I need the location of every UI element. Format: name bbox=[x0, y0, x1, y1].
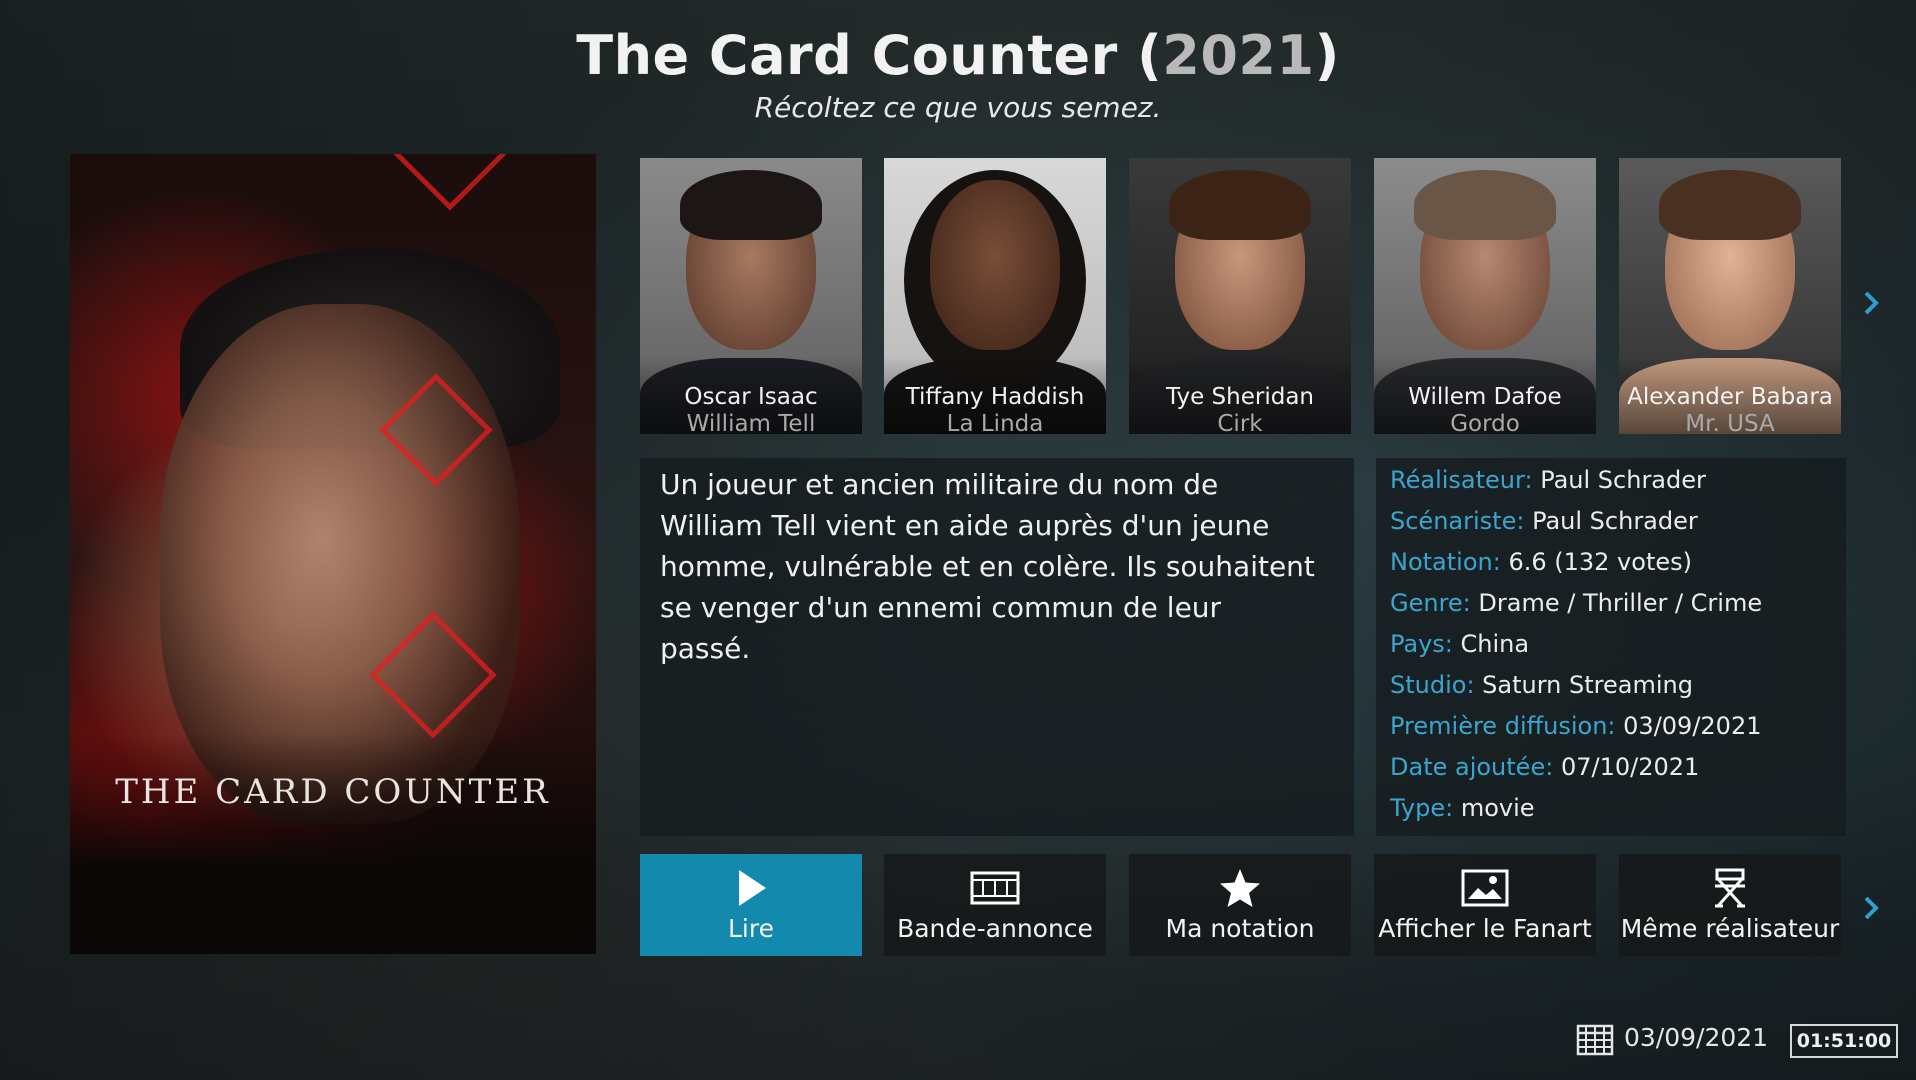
movie-poster: THE CARD COUNTER bbox=[70, 154, 596, 954]
year-open-paren: ( bbox=[1117, 24, 1163, 87]
cast-label: Tye Sheridan Cirk bbox=[1129, 356, 1351, 434]
cast-photo-hair bbox=[1169, 170, 1311, 240]
info-row-country: Pays: China bbox=[1390, 630, 1529, 658]
info-key: Réalisateur: bbox=[1390, 466, 1533, 494]
movie-year: 2021 bbox=[1162, 24, 1315, 87]
year-close-paren: ) bbox=[1314, 24, 1340, 87]
cast-label: Oscar Isaac William Tell bbox=[640, 356, 862, 434]
star-icon bbox=[1220, 869, 1260, 907]
info-row-studio: Studio: Saturn Streaming bbox=[1390, 671, 1693, 699]
cast-photo-hair bbox=[680, 170, 822, 240]
plot-panel: Un joueur et ancien militaire du nom de … bbox=[640, 458, 1354, 836]
cast-photo-hair bbox=[1659, 170, 1801, 240]
movie-title-text: The Card Counter bbox=[576, 24, 1118, 87]
calendar-icon bbox=[1576, 1024, 1614, 1056]
footer-date-text: 03/09/2021 bbox=[1624, 1023, 1769, 1052]
info-panel: Réalisateur: Paul Schrader Scénariste: P… bbox=[1376, 458, 1846, 836]
cast-card[interactable]: Willem Dafoe Gordo bbox=[1374, 158, 1596, 434]
clock: 01:51:00 bbox=[1790, 1024, 1898, 1058]
info-key: Première diffusion: bbox=[1390, 712, 1616, 740]
info-value: 03/09/2021 bbox=[1623, 712, 1762, 740]
info-value: China bbox=[1460, 630, 1530, 658]
cast-next-arrow[interactable] bbox=[1858, 290, 1884, 316]
cast-card[interactable]: Oscar Isaac William Tell bbox=[640, 158, 862, 434]
info-value: Drame / Thriller / Crime bbox=[1478, 589, 1763, 617]
cast-role: William Tell bbox=[686, 411, 816, 434]
my-rating-button-label: Ma notation bbox=[1165, 914, 1315, 943]
info-value: Paul Schrader bbox=[1540, 466, 1706, 494]
poster-card-suit bbox=[393, 154, 507, 211]
info-row-date-added: Date ajoutée: 07/10/2021 bbox=[1390, 753, 1699, 781]
info-row-type: Type: movie bbox=[1390, 794, 1535, 822]
info-key: Scénariste: bbox=[1390, 507, 1525, 535]
play-button-label: Lire bbox=[728, 914, 774, 943]
info-key: Studio: bbox=[1390, 671, 1475, 699]
info-row-rating: Notation: 6.6 (132 votes) bbox=[1390, 548, 1692, 576]
cast-role: La Linda bbox=[946, 411, 1044, 434]
cast-photo-face bbox=[930, 180, 1060, 350]
cast-label: Tiffany Haddish La Linda bbox=[884, 356, 1106, 434]
info-key: Date ajoutée: bbox=[1390, 753, 1554, 781]
info-row-genre: Genre: Drame / Thriller / Crime bbox=[1390, 589, 1762, 617]
cast-name: Tye Sheridan bbox=[1166, 384, 1314, 410]
play-icon bbox=[739, 870, 766, 906]
film-icon bbox=[970, 871, 1020, 905]
info-key: Pays: bbox=[1390, 630, 1453, 658]
chevron-right-icon bbox=[1864, 291, 1879, 315]
cast-name: Alexander Babara bbox=[1627, 384, 1833, 410]
cast-name: Oscar Isaac bbox=[684, 384, 818, 410]
cast-card[interactable]: Tiffany Haddish La Linda bbox=[884, 158, 1106, 434]
cast-role: Mr. USA bbox=[1685, 411, 1775, 434]
plot-text: Un joueur et ancien militaire du nom de … bbox=[660, 468, 1315, 665]
cast-card[interactable]: Alexander Babara Mr. USA bbox=[1619, 158, 1841, 434]
cast-role: Cirk bbox=[1217, 411, 1263, 434]
cast-role: Gordo bbox=[1450, 411, 1520, 434]
image-icon bbox=[1461, 869, 1509, 907]
info-row-premiered: Première diffusion: 03/09/2021 bbox=[1390, 712, 1761, 740]
buttons-next-arrow[interactable] bbox=[1858, 895, 1884, 921]
info-row-writer: Scénariste: Paul Schrader bbox=[1390, 507, 1698, 535]
info-key: Genre: bbox=[1390, 589, 1471, 617]
my-rating-button[interactable]: Ma notation bbox=[1129, 854, 1351, 956]
movie-title: The Card Counter (2021) bbox=[0, 22, 1916, 90]
same-director-button[interactable]: Même réalisateur bbox=[1619, 854, 1841, 956]
info-key: Notation: bbox=[1390, 548, 1501, 576]
info-value: Saturn Streaming bbox=[1482, 671, 1693, 699]
info-value: movie bbox=[1460, 794, 1535, 822]
show-fanart-button-label: Afficher le Fanart bbox=[1378, 914, 1592, 943]
cast-name: Tiffany Haddish bbox=[905, 384, 1085, 410]
header: The Card Counter (2021) Récoltez ce que … bbox=[0, 22, 1916, 126]
movie-tagline: Récoltez ce que vous semez. bbox=[754, 91, 1162, 124]
cast-label: Alexander Babara Mr. USA bbox=[1619, 356, 1841, 434]
info-value: 07/10/2021 bbox=[1560, 753, 1700, 781]
info-key: Type: bbox=[1390, 794, 1454, 822]
cast-label: Willem Dafoe Gordo bbox=[1374, 356, 1596, 434]
chevron-right-icon bbox=[1864, 896, 1879, 920]
poster-suit bbox=[70, 734, 596, 954]
info-value: Paul Schrader bbox=[1532, 507, 1698, 535]
trailer-button-label: Bande-annonce bbox=[897, 914, 1093, 943]
info-value: 6.6 (132 votes) bbox=[1508, 548, 1692, 576]
show-fanart-button[interactable]: Afficher le Fanart bbox=[1374, 854, 1596, 956]
poster-title-logo: THE CARD COUNTER bbox=[115, 772, 551, 812]
cast-name: Willem Dafoe bbox=[1408, 384, 1562, 410]
trailer-button[interactable]: Bande-annonce bbox=[884, 854, 1106, 956]
cast-photo-hair bbox=[1414, 170, 1556, 240]
cast-card[interactable]: Tye Sheridan Cirk bbox=[1129, 158, 1351, 434]
director-chair-icon bbox=[1715, 868, 1745, 908]
play-button[interactable]: Lire bbox=[640, 854, 862, 956]
info-row-director: Réalisateur: Paul Schrader bbox=[1390, 466, 1706, 494]
same-director-button-label: Même réalisateur bbox=[1620, 914, 1840, 943]
